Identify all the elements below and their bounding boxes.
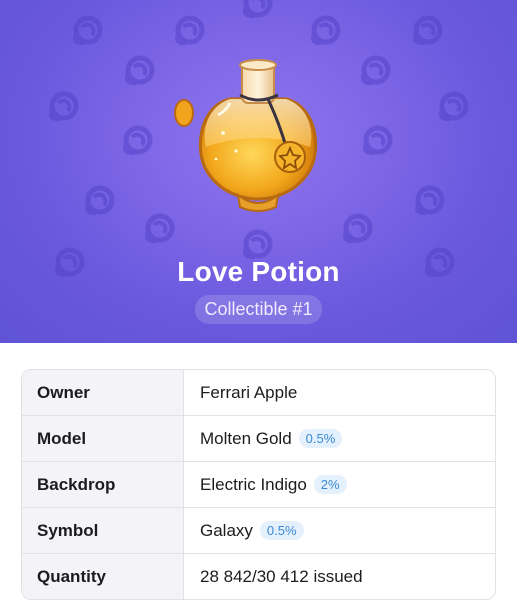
backdrop-label: Backdrop <box>22 462 184 507</box>
model-label: Model <box>22 416 184 461</box>
galaxy-symbol-icon <box>365 128 390 153</box>
galaxy-symbol-icon <box>177 18 202 43</box>
galaxy-symbol-icon <box>125 128 150 153</box>
owner-value-cell: Ferrari Apple <box>184 370 495 415</box>
table-row-backdrop: Backdrop Electric Indigo 2% <box>22 462 495 508</box>
model-value-cell: Molten Gold 0.5% <box>184 416 495 461</box>
quantity-value: 28 842/30 412 issued <box>200 566 363 586</box>
galaxy-symbol-icon <box>417 188 442 213</box>
galaxy-symbol-icon <box>415 18 440 43</box>
galaxy-symbol-icon <box>75 18 100 43</box>
love-potion-gift-icon <box>174 59 318 212</box>
quantity-label: Quantity <box>22 554 184 599</box>
table-row-quantity: Quantity 28 842/30 412 issued <box>22 554 495 599</box>
gift-hero: Love Potion Collectible #1 <box>0 0 517 343</box>
model-value: Molten Gold <box>200 428 292 448</box>
galaxy-symbol-icon <box>245 0 270 16</box>
backdrop-value-cell: Electric Indigo 2% <box>184 462 495 507</box>
backdrop-value: Electric Indigo <box>200 474 307 494</box>
galaxy-symbol-icon <box>363 58 388 83</box>
gift-attributes-table: Owner Ferrari Apple Model Molten Gold 0.… <box>21 369 496 600</box>
owner-label: Owner <box>22 370 184 415</box>
owner-name-link[interactable]: Ferrari Apple <box>200 383 297 403</box>
galaxy-symbol-icon <box>87 188 112 213</box>
backdrop-rarity-badge: 2% <box>313 475 347 494</box>
table-row-symbol: Symbol Galaxy 0.5% <box>22 508 495 554</box>
collectible-number-badge: Collectible #1 <box>195 295 322 324</box>
galaxy-symbol-icon <box>127 58 152 83</box>
symbol-rarity-badge: 0.5% <box>259 521 304 540</box>
galaxy-symbol-icon <box>441 94 466 119</box>
galaxy-symbol-icon <box>313 18 338 43</box>
model-rarity-badge: 0.5% <box>298 429 343 448</box>
table-row-owner: Owner Ferrari Apple <box>22 370 495 416</box>
galaxy-symbol-icon <box>245 232 270 257</box>
symbol-label: Symbol <box>22 508 184 553</box>
symbol-value: Galaxy <box>200 520 253 540</box>
galaxy-symbol-icon <box>345 216 370 241</box>
galaxy-symbol-icon <box>51 94 76 119</box>
gift-title: Love Potion <box>177 256 340 287</box>
table-row-model: Model Molten Gold 0.5% <box>22 416 495 462</box>
quantity-value-cell: 28 842/30 412 issued <box>184 554 495 599</box>
symbol-value-cell: Galaxy 0.5% <box>184 508 495 553</box>
